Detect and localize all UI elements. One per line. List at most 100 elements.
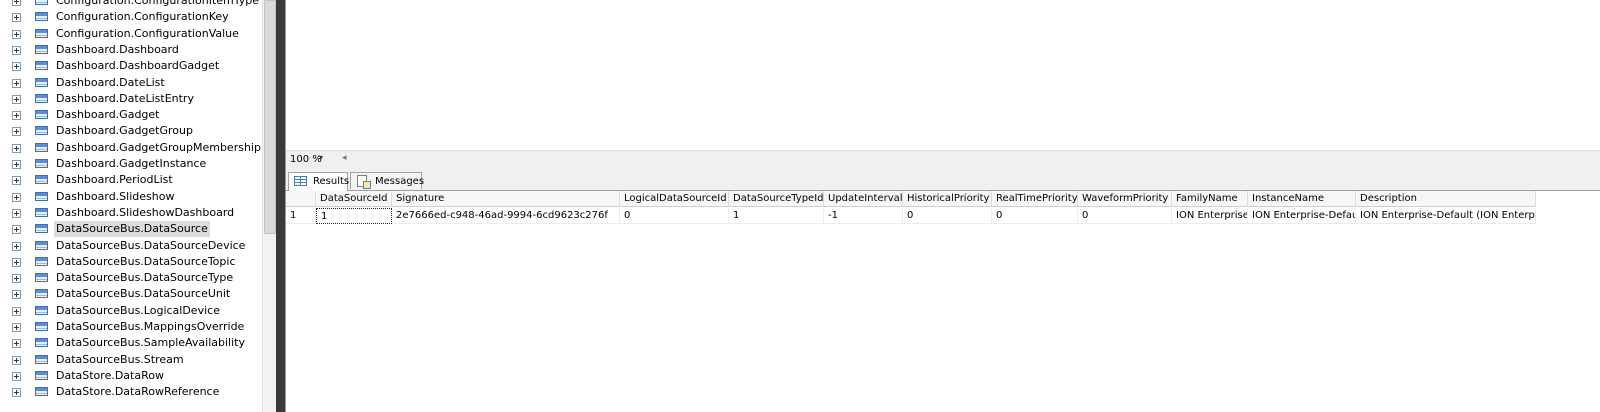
table-icon (35, 273, 48, 283)
column-header[interactable]: HistoricalPriority (903, 191, 992, 207)
grid-cell[interactable]: 0 (903, 208, 992, 224)
table-icon (35, 28, 48, 38)
tree-item-label: Dashboard.Dashboard (56, 42, 179, 56)
column-header[interactable]: FamilyName (1172, 191, 1248, 207)
tab-results-label: Results (313, 176, 350, 187)
column-header[interactable]: Description (1356, 191, 1536, 207)
grid-icon (294, 176, 307, 186)
table-row[interactable]: 1 1 2e7666ed-c948-46ad-9994-6cd9623c276f 0 1… (286, 208, 1536, 224)
expand-plus-icon[interactable] (12, 29, 21, 39)
expand-plus-icon[interactable] (12, 371, 21, 381)
expand-plus-icon[interactable] (12, 225, 21, 235)
expand-plus-icon[interactable] (12, 241, 21, 251)
grid-cell[interactable]: 2e7666ed-c948-46ad-9994-6cd9623c276f (392, 208, 620, 224)
grid-cell[interactable]: 0 (992, 208, 1078, 224)
expand-plus-icon[interactable] (12, 13, 21, 23)
tree-item-label: Dashboard.PeriodList (56, 173, 173, 187)
zoom-bar: 100 % ▾ ◂ (286, 150, 1600, 171)
tree-item-label: Dashboard.DateListEntry (56, 91, 194, 105)
grid-cell[interactable]: 0 (1078, 208, 1172, 224)
expand-plus-icon[interactable] (12, 355, 21, 365)
expand-plus-icon[interactable] (12, 323, 21, 332)
table-icon (35, 240, 48, 250)
scroll-left-icon[interactable]: ◂ (342, 153, 347, 163)
expand-plus-icon[interactable] (12, 0, 21, 6)
tree-item-label: DataStore.DataRowReference (56, 385, 220, 399)
zoom-dropdown-icon[interactable]: ▾ (319, 153, 323, 162)
row-number[interactable]: 1 (286, 208, 316, 224)
table-icon (35, 175, 48, 185)
grid-cell[interactable]: -1 (824, 208, 903, 224)
expand-plus-icon[interactable] (12, 176, 21, 186)
expand-plus-icon[interactable] (12, 127, 21, 137)
expand-plus-icon[interactable] (12, 306, 21, 316)
column-header[interactable]: DataSourceId (316, 191, 392, 207)
tree-item-label: DataSourceBus.SampleAvailability (56, 336, 245, 350)
grid-corner[interactable] (286, 191, 316, 207)
grid-cell[interactable]: ION Enterprise (1172, 208, 1248, 224)
grid-cell[interactable]: ION Enterprise-Default (1248, 208, 1356, 224)
expand-plus-icon[interactable] (12, 208, 21, 218)
tree-item-label: DataSourceBus.Stream (56, 352, 184, 366)
tree-item-label: Dashboard.GadgetGroupMembership (56, 140, 261, 154)
grid-cell[interactable]: 1 (316, 208, 392, 224)
table-icon (35, 256, 48, 266)
column-header[interactable]: DataSourceTypeId (729, 191, 824, 207)
tab-messages-label: Messages (375, 176, 425, 187)
table-icon (35, 126, 48, 136)
column-header[interactable]: InstanceName (1248, 191, 1356, 207)
expand-plus-icon[interactable] (12, 388, 21, 398)
tab-messages[interactable]: Messages (350, 172, 425, 189)
column-header[interactable]: RealTimePriority (992, 191, 1078, 207)
results-tabbar: Results Messages (286, 170, 1600, 191)
expand-plus-icon[interactable] (12, 290, 21, 300)
zoom-level[interactable]: 100 % (290, 154, 322, 165)
grid-cell[interactable]: ION Enterprise-Default (ION Enterprise) (1356, 208, 1536, 224)
table-icon (35, 77, 48, 87)
table-icon (35, 191, 48, 201)
tab-results[interactable]: Results (288, 172, 350, 191)
grid-cell[interactable]: 1 (729, 208, 824, 224)
expand-plus-icon[interactable] (12, 192, 21, 202)
table-icon (35, 110, 48, 120)
expand-plus-icon[interactable] (12, 339, 21, 349)
messages-icon (357, 175, 371, 189)
expand-plus-icon[interactable] (12, 274, 21, 284)
tree-item-label: DataSourceBus.DataSource (54, 221, 210, 238)
tree-item-label: DataSourceBus.DataSourceTopic (56, 254, 236, 268)
expand-plus-icon[interactable] (12, 143, 21, 153)
explorer-scrollbar-thumb[interactable] (264, 0, 276, 234)
tree-item-label: DataStore.DataRow (56, 368, 164, 382)
column-header[interactable]: Signature (392, 191, 620, 207)
tree-item-label: Dashboard.SlideshowDashboard (56, 205, 235, 219)
tree-item-label: Configuration.ConfigurationItemType (56, 0, 260, 7)
tree-item-label: DataSourceBus.DataSourceType (56, 271, 234, 285)
table-icon (35, 93, 48, 103)
tree-item-label: Dashboard.Gadget (56, 108, 160, 122)
tree-item-label: Configuration.ConfigurationKey (56, 10, 229, 24)
table-icon (35, 354, 48, 364)
pane-splitter[interactable] (276, 0, 285, 412)
tree-item-label: DataSourceBus.DataSourceDevice (56, 238, 246, 252)
expand-plus-icon[interactable] (12, 111, 21, 121)
table-icon (35, 207, 48, 217)
expand-plus-icon[interactable] (12, 160, 21, 169)
table-icon (35, 305, 48, 315)
expand-plus-icon[interactable] (12, 45, 21, 55)
table-icon (35, 322, 48, 331)
expand-plus-icon[interactable] (12, 94, 21, 104)
table-icon (35, 44, 48, 54)
expand-plus-icon[interactable] (12, 62, 21, 72)
column-header[interactable]: LogicalDataSourceId (620, 191, 729, 207)
table-icon (35, 159, 48, 168)
grid-cell[interactable]: 0 (620, 208, 729, 224)
explorer-scrollbar[interactable] (262, 0, 276, 412)
column-header[interactable]: UpdateInterval (824, 191, 903, 207)
column-header[interactable]: WaveformPriority (1078, 191, 1172, 207)
tree-item-label: DataSourceBus.LogicalDevice (56, 303, 220, 317)
query-editor[interactable] (286, 0, 1600, 150)
tree-item-label: Dashboard.Slideshow (56, 189, 175, 203)
table-icon (35, 387, 48, 397)
expand-plus-icon[interactable] (12, 257, 21, 267)
expand-plus-icon[interactable] (12, 78, 21, 88)
